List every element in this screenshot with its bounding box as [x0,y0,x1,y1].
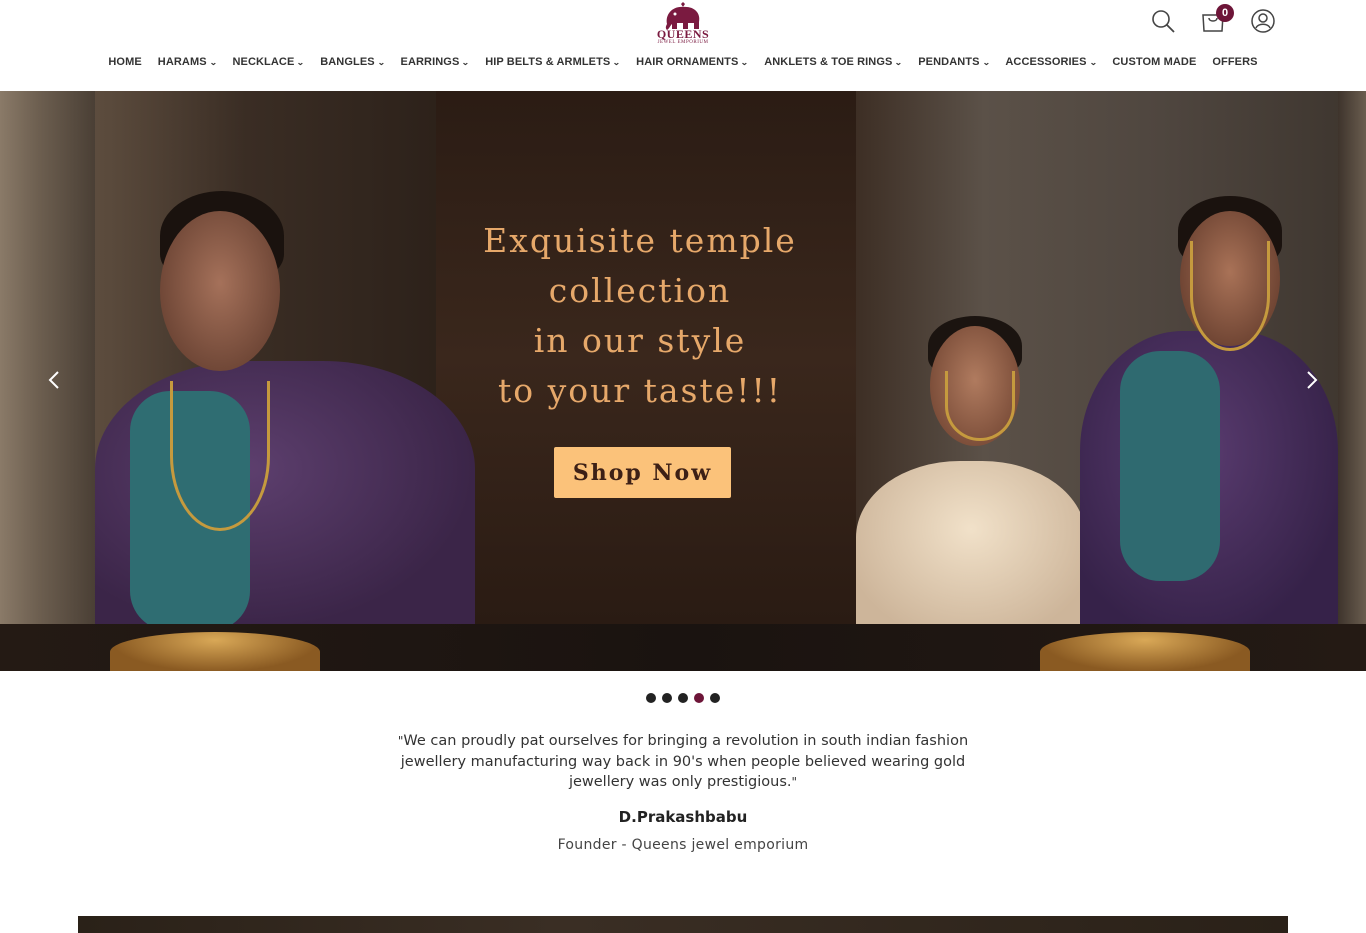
nav-label: HARAMS [157,56,207,68]
chevron-down-icon: ⌄ [981,57,991,67]
carousel-prev-button[interactable] [44,368,64,392]
nav-label: ACCESSORIES [1005,56,1087,68]
brand-name: QUEENS [656,27,710,41]
nav-label: EARRINGS [400,56,460,68]
carousel-dots [646,693,720,703]
account-button[interactable] [1238,7,1288,35]
nav-item-anklets-toe-rings[interactable]: ANKLETS & TOE RINGS ⌄ [756,54,910,70]
nav-item-offers[interactable]: OFFERS [1204,54,1265,70]
hero-banner: Exquisite temple collection in our style… [0,91,1366,624]
nav-label: PENDANTS [918,56,980,68]
testimonial-author: D.Prakashbabu [618,808,748,826]
brand-logo[interactable]: QUEENS JEWEL EMPORIUM [650,2,716,46]
hero-line: to your taste!!! [497,371,783,410]
search-button[interactable] [1138,7,1188,35]
chevron-down-icon: ⌄ [740,57,749,67]
carousel-dot-active[interactable] [694,693,704,703]
hero-line: in our style [533,321,747,360]
chevron-left-icon [48,371,59,389]
nav-item-accessories[interactable]: ACCESSORIES ⌄ [997,54,1104,70]
next-slide-preview [0,624,1366,671]
model-figure [856,461,1086,624]
hero-line: Exquisite temple [483,221,797,260]
model-figure [160,211,280,371]
necklace-decoration [170,381,270,531]
nav-label: BANGLES [320,56,375,68]
nav-item-custom-made[interactable]: CUSTOM MADE [1104,54,1204,70]
cart-count-badge: 0 [1216,4,1234,22]
carousel-dot[interactable] [646,693,656,703]
chevron-down-icon: ⌄ [1088,57,1098,67]
nav-label: NECKLACE [232,56,295,68]
nav-label: CUSTOM MADE [1112,56,1197,68]
jewelry-decoration [1040,632,1250,671]
nav-label: HOME [108,56,142,68]
nav-item-hip-belts-armlets[interactable]: HIP BELTS & ARMLETS ⌄ [477,54,628,70]
testimonial-quote: "We can proudly pat ourselves for bringi… [383,731,983,793]
hero-headline: Exquisite temple collection in our style… [470,216,810,416]
shop-now-button[interactable]: Shop Now [554,447,731,498]
nav-item-harams[interactable]: HARAMS ⌄ [150,54,225,70]
search-icon [1152,10,1175,33]
nav-label: HIP BELTS & ARMLETS [485,56,611,68]
nav-label: ANKLETS & TOE RINGS [764,56,893,68]
model-figure [1120,351,1220,581]
chevron-down-icon: ⌄ [208,57,218,67]
quote-text: We can proudly pat ourselves for bringin… [400,733,969,790]
user-icon [1251,9,1275,33]
nav-item-hair-ornaments[interactable]: HAIR ORNAMENTS ⌄ [628,54,756,70]
chevron-down-icon: ⌄ [461,57,470,67]
chevron-down-icon: ⌄ [894,57,903,67]
site-header: QUEENS JEWEL EMPORIUM 0 HOME HARAMS ⌄ NE… [0,0,1366,91]
carousel-dot[interactable] [662,693,672,703]
jewelry-decoration [110,632,320,671]
chevron-down-icon: ⌄ [296,57,305,67]
nav-item-earrings[interactable]: EARRINGS ⌄ [393,54,478,70]
brand-tagline: JEWEL EMPORIUM [657,40,709,45]
nav-item-pendants[interactable]: PENDANTS ⌄ [910,54,997,70]
necklace-decoration [945,371,1015,441]
quote-mark-close: " [791,775,798,789]
necklace-decoration [1190,241,1270,351]
chevron-down-icon: ⌄ [377,57,386,67]
cart-button[interactable]: 0 [1188,4,1238,35]
nav-item-bangles[interactable]: BANGLES ⌄ [312,54,392,70]
carousel-dot[interactable] [710,693,720,703]
carousel-dot[interactable] [678,693,688,703]
nav-item-necklace[interactable]: NECKLACE ⌄ [224,54,312,70]
nav-item-home[interactable]: HOME [100,54,149,70]
testimonial-role: Founder - Queens jewel emporium [557,837,809,853]
next-section-banner [78,916,1288,933]
main-navigation: HOME HARAMS ⌄ NECKLACE ⌄ BANGLES ⌄ EARRINGS… [0,54,1366,70]
nav-label: OFFERS [1212,56,1258,68]
header-actions: 0 [1138,4,1288,35]
hero-photo-pillar [1338,91,1366,624]
carousel-next-button[interactable] [1302,368,1322,392]
chevron-down-icon: ⌄ [612,57,621,67]
hero-photo-pillar [0,91,95,624]
chevron-right-icon [1307,371,1318,389]
nav-label: HAIR ORNAMENTS [636,56,739,68]
hero-line: collection [548,271,732,310]
